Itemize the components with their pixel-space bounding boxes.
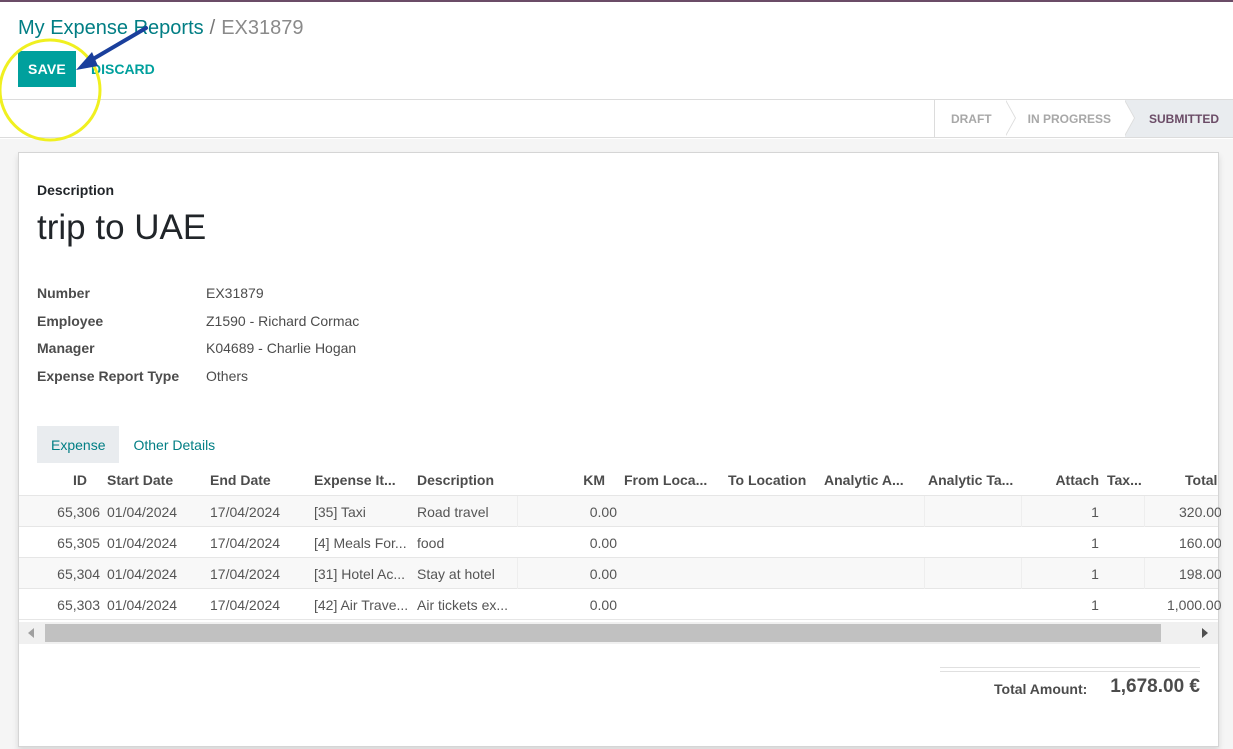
scroll-left-arrow-icon[interactable]: [28, 628, 34, 638]
description-label: Description: [37, 182, 115, 198]
field-value: EX31879: [206, 285, 264, 301]
column-header-attach[interactable]: Attach: [1029, 464, 1099, 496]
cell-total: 320.00: [1179, 503, 1221, 520]
cell-id: 65,306: [57, 503, 100, 520]
column-header-end-date[interactable]: End Date: [210, 464, 305, 496]
status-step-draft[interactable]: DRAFT: [934, 99, 1016, 137]
column-header-km[interactable]: KM: [519, 464, 605, 496]
total-divider: [940, 667, 1200, 672]
cell-end-date: 17/04/2024: [210, 565, 281, 582]
tab-other-details[interactable]: Other Details: [119, 426, 229, 463]
column-header-from-location[interactable]: From Loca...: [624, 464, 719, 496]
cell-start-date: 01/04/2024: [107, 503, 178, 520]
cell-attach: 1: [1091, 503, 1099, 520]
table-header: ID Start Date End Date Expense It... Des…: [19, 464, 1218, 496]
cell-total: 1,000.00: [1167, 596, 1221, 613]
column-header-tax[interactable]: Tax...: [1107, 464, 1157, 496]
tab-expense[interactable]: Expense: [37, 426, 120, 463]
save-button[interactable]: SAVE: [18, 51, 76, 87]
form-sheet: Description trip to UAE Number EX31879 E…: [18, 152, 1221, 747]
column-header-description[interactable]: Description: [417, 464, 512, 496]
cell-km: 0.00: [589, 503, 617, 520]
description-field[interactable]: trip to UAE: [37, 207, 206, 249]
cell-id: 65,303: [57, 596, 100, 613]
field-value[interactable]: Others: [206, 367, 248, 385]
cell-id: 65,305: [57, 534, 100, 551]
total-amount-value: 1,678.00 €: [1110, 676, 1200, 697]
column-header-id[interactable]: ID: [19, 464, 87, 496]
column-header-start-date[interactable]: Start Date: [107, 464, 202, 496]
column-divider: [1021, 496, 1022, 527]
status-arrow-divider: [1004, 99, 1016, 136]
column-divider: [517, 496, 518, 527]
column-divider: [1021, 558, 1022, 589]
cell-id: 65,304: [57, 565, 100, 582]
cell-expense-item: [4] Meals For...: [314, 534, 407, 551]
notebook-tabs: Expense Other Details: [37, 426, 229, 463]
column-divider: [1144, 496, 1145, 527]
breadcrumb: My Expense Reports / EX31879: [18, 16, 304, 40]
cell-description: food: [417, 534, 445, 551]
cell-start-date: 01/04/2024: [107, 565, 178, 582]
column-divider: [517, 558, 518, 589]
status-step-in-progress[interactable]: IN PROGRESS: [1005, 99, 1135, 137]
statusbar-container: DRAFT IN PROGRESS SUBMITTED: [0, 99, 1233, 138]
cell-end-date: 17/04/2024: [210, 596, 281, 613]
expense-lines-table: ID Start Date End Date Expense It... Des…: [19, 464, 1221, 620]
status-step-label: SUBMITTED: [1149, 111, 1219, 126]
column-header-to-location[interactable]: To Location: [728, 464, 823, 496]
column-divider: [1144, 558, 1145, 589]
field-value[interactable]: Z1590 - Richard Cormac: [206, 312, 359, 330]
status-step-label: IN PROGRESS: [1027, 111, 1111, 126]
status-step-label: DRAFT: [950, 111, 992, 126]
cell-km: 0.00: [589, 565, 617, 582]
field-label: Manager: [37, 340, 95, 356]
cell-description: Stay at hotel: [417, 565, 495, 582]
cell-attach: 1: [1091, 534, 1099, 551]
cell-km: 0.00: [589, 596, 617, 613]
cell-expense-item: [42] Air Trave...: [314, 596, 409, 613]
horizontal-scrollbar[interactable]: [19, 622, 1218, 644]
field-label: Expense Report Type: [37, 368, 180, 384]
cell-total: 198.00: [1179, 565, 1221, 582]
breadcrumb-current: EX31879: [221, 17, 304, 39]
table-row[interactable]: 65,306 01/04/2024 17/04/2024 [35] Taxi R…: [19, 496, 1221, 527]
cell-km: 0.00: [589, 534, 617, 551]
cell-attach: 1: [1091, 596, 1099, 613]
cell-expense-item: [31] Hotel Ac...: [314, 565, 406, 582]
field-value[interactable]: K04689 - Charlie Hogan: [206, 339, 356, 357]
column-header-analytic-tags[interactable]: Analytic Ta...: [928, 464, 1023, 496]
field-label: Employee: [37, 313, 104, 329]
column-header-analytic-account[interactable]: Analytic A...: [824, 464, 919, 496]
scrollbar-thumb[interactable]: [45, 624, 1161, 642]
cell-expense-item: [35] Taxi: [314, 503, 366, 520]
cell-start-date: 01/04/2024: [107, 534, 178, 551]
control-panel: My Expense Reports / EX31879 SAVE DISCARD: [0, 2, 1233, 99]
cell-start-date: 01/04/2024: [107, 596, 178, 613]
column-header-total[interactable]: Total: [1159, 464, 1221, 496]
column-divider: [924, 558, 925, 589]
column-header-expense-item[interactable]: Expense It...: [314, 464, 409, 496]
field-label: Number: [37, 285, 90, 301]
status-arrow-divider: [1124, 99, 1135, 136]
cell-total: 160.00: [1179, 534, 1221, 551]
breadcrumb-parent-link[interactable]: My Expense Reports: [18, 17, 204, 39]
cell-description: Air tickets ex...: [417, 596, 509, 613]
status-bar: DRAFT IN PROGRESS SUBMITTED: [933, 99, 1233, 137]
table-row[interactable]: 65,305 01/04/2024 17/04/2024 [4] Meals F…: [19, 527, 1221, 558]
cell-attach: 1: [1091, 565, 1099, 582]
table-row[interactable]: 65,303 01/04/2024 17/04/2024 [42] Air Tr…: [19, 589, 1221, 620]
total-amount-label: Total Amount:: [994, 681, 1088, 697]
discard-button[interactable]: DISCARD: [91, 51, 155, 87]
breadcrumb-separator: /: [209, 17, 216, 39]
table-row[interactable]: 65,304 01/04/2024 17/04/2024 [31] Hotel …: [19, 558, 1221, 589]
cell-end-date: 17/04/2024: [210, 534, 281, 551]
status-step-submitted[interactable]: SUBMITTED: [1125, 100, 1233, 137]
cell-description: Road travel: [417, 503, 489, 520]
cell-end-date: 17/04/2024: [210, 503, 281, 520]
column-divider: [924, 496, 925, 527]
scroll-right-arrow-icon[interactable]: [1202, 628, 1208, 638]
